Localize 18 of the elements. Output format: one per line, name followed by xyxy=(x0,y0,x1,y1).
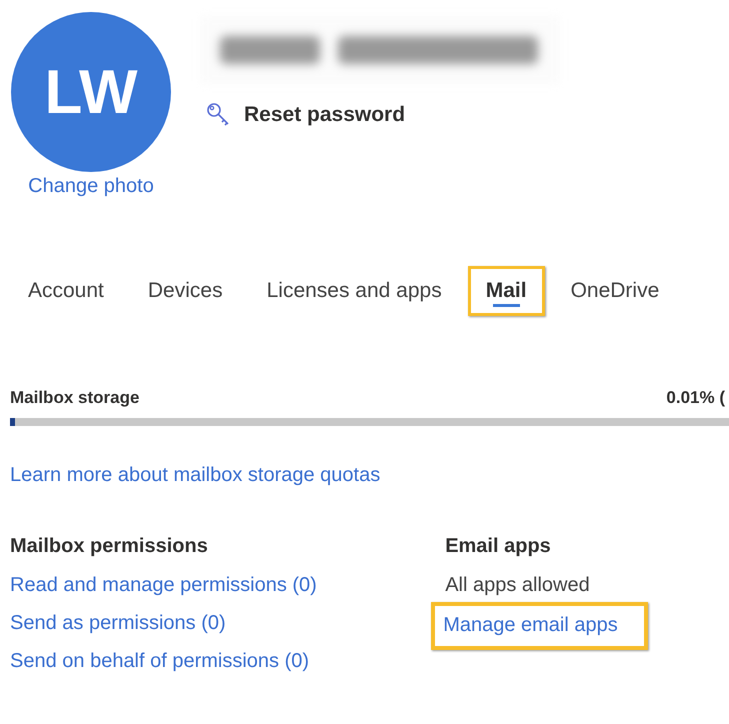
tab[interactable]: OneDrive xyxy=(552,266,678,316)
storage-reading: 0.01% ( xyxy=(666,388,725,408)
tab[interactable]: Devices xyxy=(130,266,241,316)
permission-link[interactable]: Read and manage permissions (0) xyxy=(10,572,317,598)
reset-password-button[interactable]: Reset password xyxy=(206,102,560,128)
permission-link[interactable]: Send on behalf of permissions (0) xyxy=(10,648,310,674)
tab[interactable]: Licenses and apps xyxy=(248,266,460,316)
quota-link[interactable]: Learn more about mailbox storage quotas xyxy=(10,464,729,487)
manage-apps-link[interactable]: Manage email apps xyxy=(431,602,648,650)
status-text: All apps allowed xyxy=(445,573,590,598)
change-photo-link[interactable]: Change photo xyxy=(28,175,154,198)
permission-link[interactable]: Send as permissions (0) xyxy=(10,610,226,636)
section-heading: Email apps xyxy=(445,535,551,558)
section-heading: Mailbox permissions xyxy=(10,535,208,558)
tab[interactable]: Mail xyxy=(468,266,545,316)
avatar: LW xyxy=(11,12,171,172)
tab[interactable]: Account xyxy=(10,266,122,316)
storage-label: Mailbox storage xyxy=(10,388,140,408)
